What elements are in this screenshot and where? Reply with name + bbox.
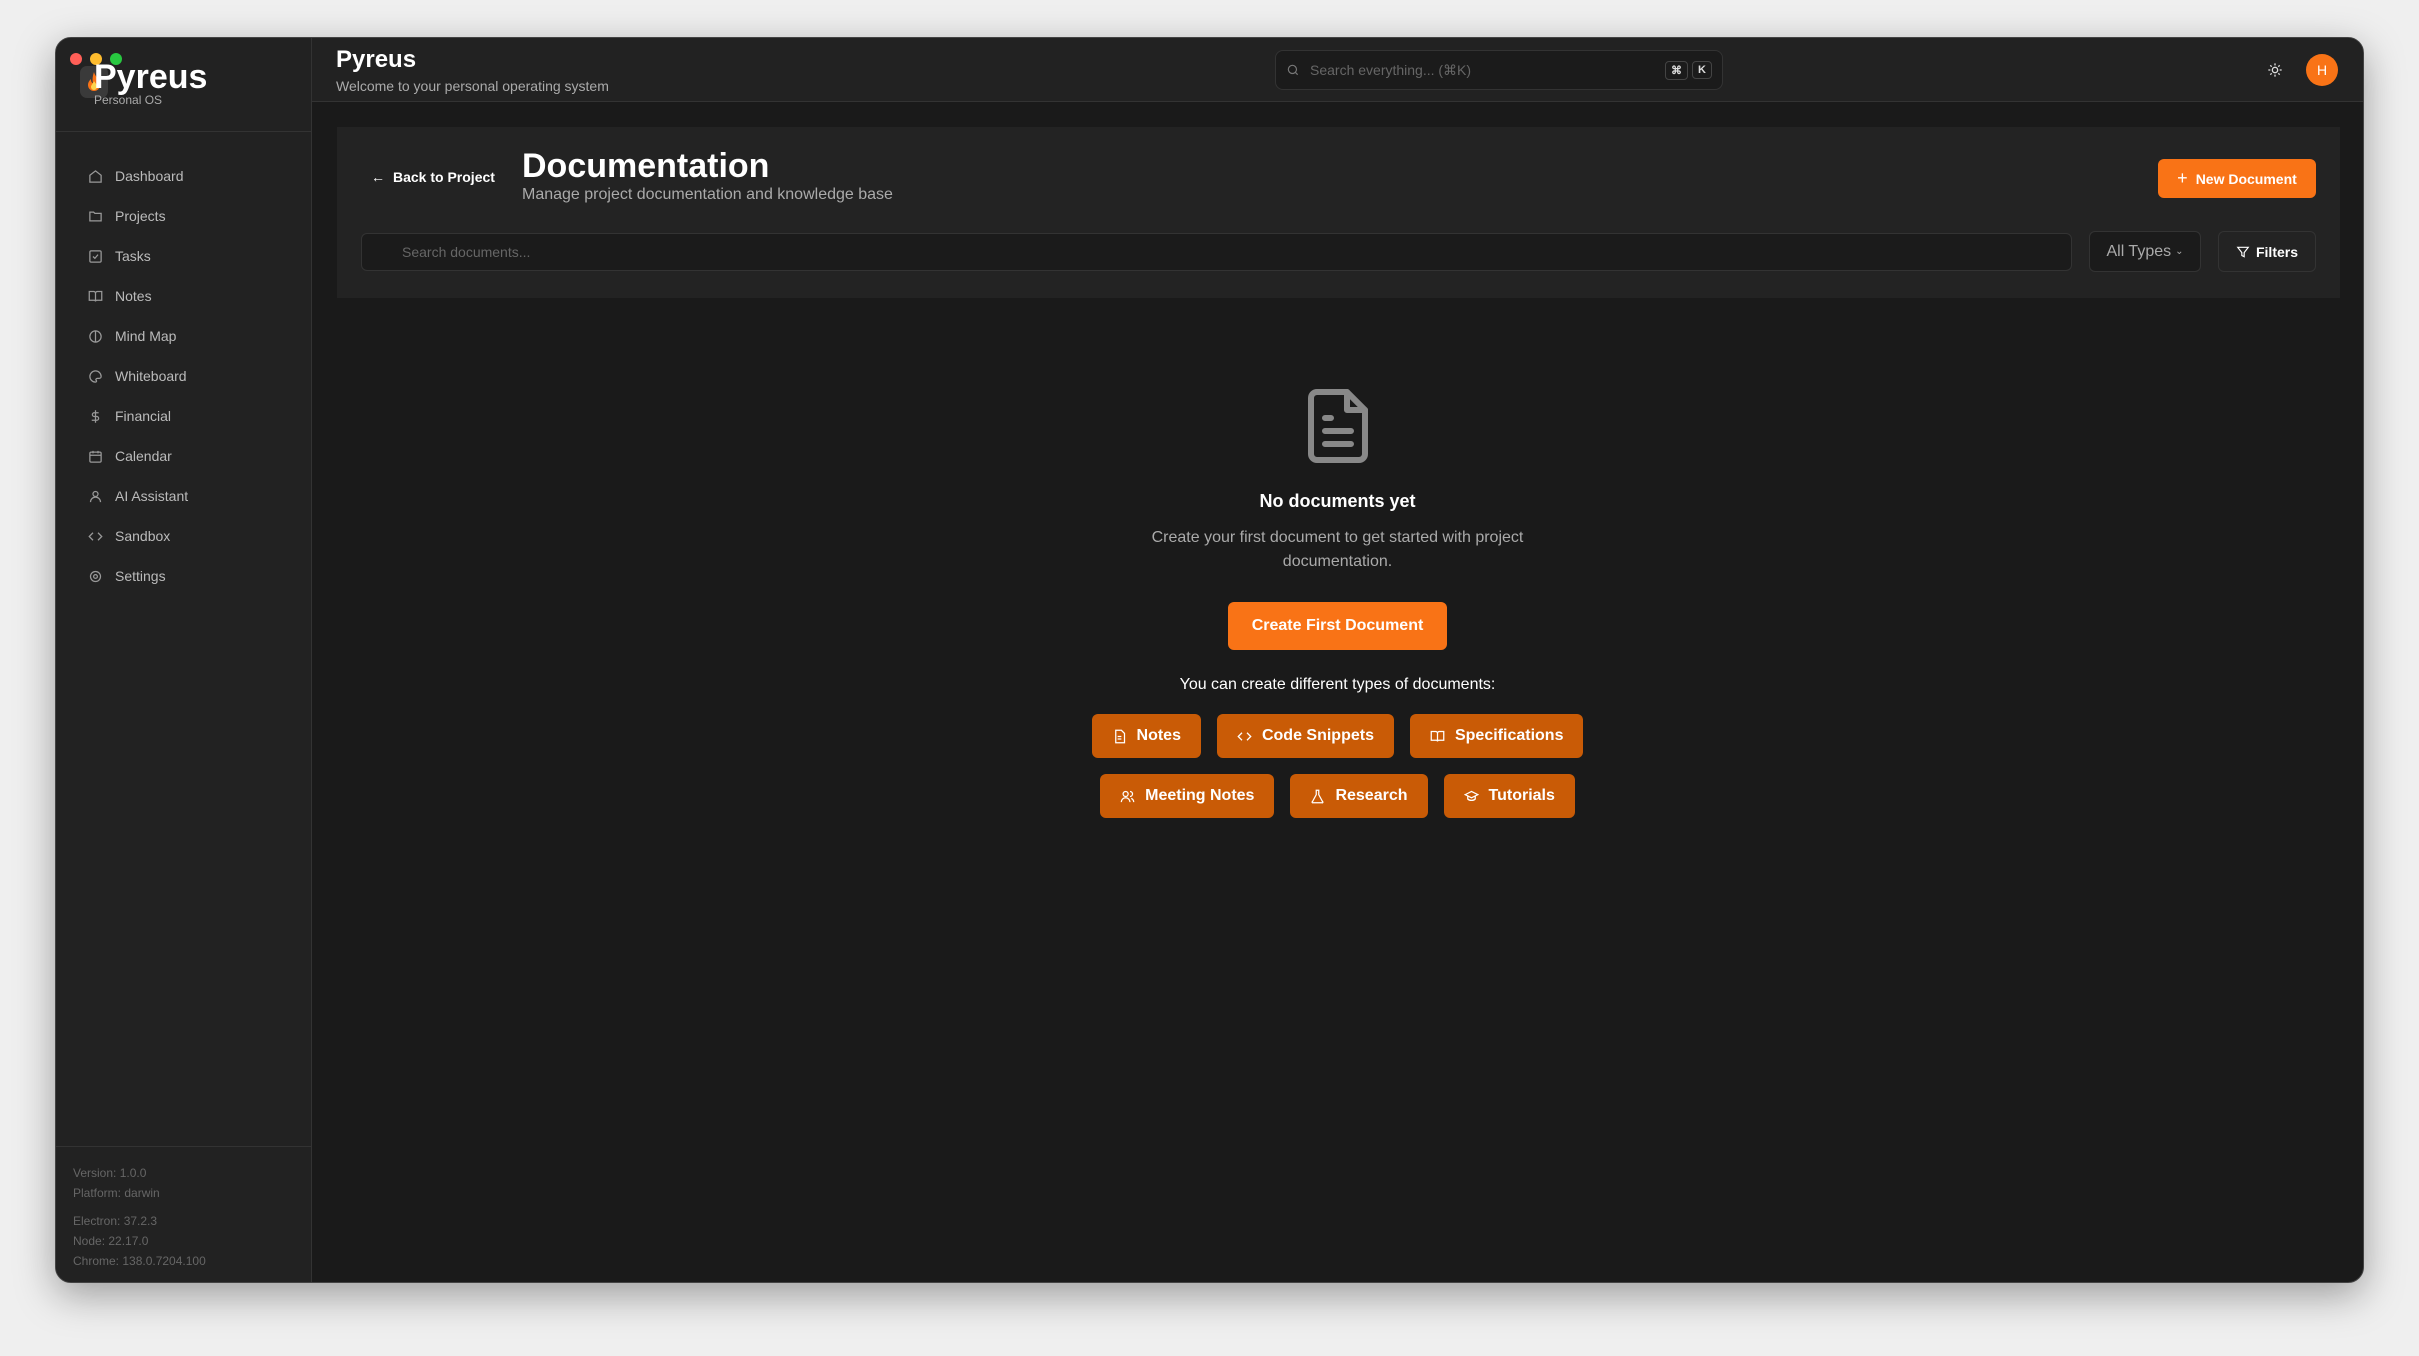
sidebar-item-label: AI Assistant — [115, 488, 189, 504]
chip-label: Research — [1335, 787, 1408, 804]
sidebar-item-calendar[interactable]: Calendar — [56, 436, 311, 476]
calendar-icon — [89, 450, 102, 463]
sidebar-item-label: Projects — [115, 208, 166, 224]
file-text-icon — [1114, 729, 1125, 743]
type-tutorials-button[interactable]: Tutorials — [1443, 774, 1575, 818]
sidebar-item-ai-assistant[interactable]: AI Assistant — [56, 476, 311, 516]
code-icon — [1237, 731, 1252, 741]
document-search-input[interactable]: Search documents... — [361, 233, 2072, 271]
divider — [56, 1146, 311, 1147]
brain-icon — [89, 329, 102, 343]
chrome-text: Chrome: 138.0.7204.100 — [73, 1254, 206, 1268]
sidebar-item-label: Whiteboard — [115, 368, 187, 384]
document-types-row: Meeting Notes Research Tutorials — [312, 774, 2363, 818]
checkbox-icon — [89, 249, 102, 263]
type-notes-button[interactable]: Notes — [1091, 714, 1201, 758]
sidebar-item-label: Settings — [115, 568, 166, 584]
sidebar-item-whiteboard[interactable]: Whiteboard — [56, 356, 311, 396]
code-icon — [88, 531, 103, 541]
sidebar-item-financial[interactable]: Financial — [56, 396, 311, 436]
folder-icon — [89, 211, 102, 221]
sidebar-item-label: Tasks — [115, 248, 151, 264]
create-first-document-button[interactable]: Create First Document — [1227, 602, 1448, 650]
kbd-k: K — [1692, 61, 1712, 79]
header-subtitle: Welcome to your personal operating syste… — [336, 78, 609, 94]
divider — [56, 131, 311, 132]
close-window-button[interactable] — [70, 53, 82, 65]
dollar-icon — [91, 409, 100, 423]
type-specifications-button[interactable]: Specifications — [1409, 714, 1584, 758]
filters-label: Filters — [2255, 243, 2298, 260]
chip-label: Tutorials — [1488, 787, 1555, 804]
empty-description: Create your first document to get starte… — [1151, 529, 1524, 570]
search-icon — [1287, 64, 1299, 76]
graduation-cap-icon — [1463, 790, 1479, 801]
search-placeholder: Search everything... (⌘K) — [1310, 61, 1472, 78]
sidebar-item-tasks[interactable]: Tasks — [56, 236, 311, 276]
type-research-button[interactable]: Research — [1290, 774, 1428, 818]
sidebar-item-settings[interactable]: Settings — [56, 556, 311, 596]
theme-toggle-sun-icon[interactable] — [2267, 62, 2283, 78]
chip-label: Notes — [1136, 727, 1181, 744]
document-icon — [1307, 389, 1368, 463]
book-open-icon — [1430, 730, 1445, 742]
new-document-label: New Document — [2195, 170, 2297, 187]
kbd-cmd: ⌘ — [1665, 60, 1689, 80]
chevron-down-icon: ⌄ — [2175, 246, 2184, 257]
chip-label: Specifications — [1454, 727, 1564, 744]
filter-icon — [2236, 246, 2250, 258]
palette-icon — [89, 369, 102, 383]
sidebar-item-label: Sandbox — [115, 528, 171, 544]
electron-text: Electron: 37.2.3 — [73, 1214, 158, 1228]
platform-text: Platform: darwin — [73, 1186, 160, 1200]
sidebar-item-label: Mind Map — [115, 328, 177, 344]
user-icon — [89, 490, 102, 502]
type-filter-value: All Types — [2106, 242, 2172, 260]
type-meeting-notes-button[interactable]: Meeting Notes — [1100, 774, 1275, 818]
new-document-button[interactable]: + New Document — [2158, 159, 2316, 198]
brand-name: Pyreus — [94, 58, 208, 96]
document-types-row: Notes Code Snippets Specifications — [312, 714, 2363, 758]
document-types-caption: You can create different types of docume… — [1179, 676, 1496, 693]
version-text: Version: 1.0.0 — [73, 1166, 147, 1180]
page-subtitle: Manage project documentation and knowled… — [522, 186, 893, 203]
sidebar-item-dashboard[interactable]: Dashboard — [56, 156, 311, 196]
plus-icon: + — [2177, 168, 2188, 188]
global-search-input[interactable]: Search everything... (⌘K) ⌘ K — [1275, 50, 1723, 90]
header-title: Pyreus — [336, 46, 417, 73]
sidebar-nav: Dashboard Projects Tasks Notes Mind Map … — [56, 156, 311, 596]
sidebar-item-sandbox[interactable]: Sandbox — [56, 516, 311, 556]
brand-tagline: Personal OS — [94, 93, 163, 107]
type-code-snippets-button[interactable]: Code Snippets — [1216, 714, 1394, 758]
sidebar: Pyreus Personal OS Dashboard Projects Ta… — [56, 38, 312, 1282]
filters-button[interactable]: Filters — [2218, 231, 2316, 272]
flask-icon — [1311, 789, 1324, 803]
user-avatar[interactable]: H — [2306, 54, 2338, 86]
back-label: Back to Project — [393, 169, 495, 185]
back-to-project-button[interactable]: ← Back to Project — [371, 169, 495, 185]
node-text: Node: 22.17.0 — [73, 1234, 149, 1248]
top-header: Pyreus Welcome to your personal operatin… — [312, 38, 2363, 102]
book-icon — [88, 290, 103, 302]
chip-label: Meeting Notes — [1145, 787, 1255, 804]
sidebar-item-mind-map[interactable]: Mind Map — [56, 316, 311, 356]
documentation-header-panel: ← Back to Project Documentation Manage pr… — [337, 127, 2340, 298]
version-info: Version: 1.0.0 Platform: darwin Electron… — [73, 1163, 206, 1271]
chip-label: Code Snippets — [1261, 727, 1374, 744]
arrow-left-icon: ← — [371, 169, 385, 185]
sidebar-item-label: Notes — [115, 288, 152, 304]
type-filter-select[interactable]: All Types ⌄ — [2089, 231, 2201, 272]
sidebar-item-label: Calendar — [115, 448, 172, 464]
empty-state: No documents yet Create your first docum… — [312, 388, 2363, 818]
sidebar-item-label: Financial — [115, 408, 172, 424]
page-title: Documentation — [522, 147, 770, 185]
app-window: Pyreus Personal OS Dashboard Projects Ta… — [55, 37, 2364, 1283]
gear-icon — [89, 570, 102, 582]
sidebar-item-projects[interactable]: Projects — [56, 196, 311, 236]
home-icon — [89, 169, 102, 183]
sidebar-item-label: Dashboard — [115, 168, 184, 184]
sidebar-item-notes[interactable]: Notes — [56, 276, 311, 316]
empty-title: No documents yet — [1259, 491, 1416, 511]
users-icon — [1120, 790, 1135, 802]
